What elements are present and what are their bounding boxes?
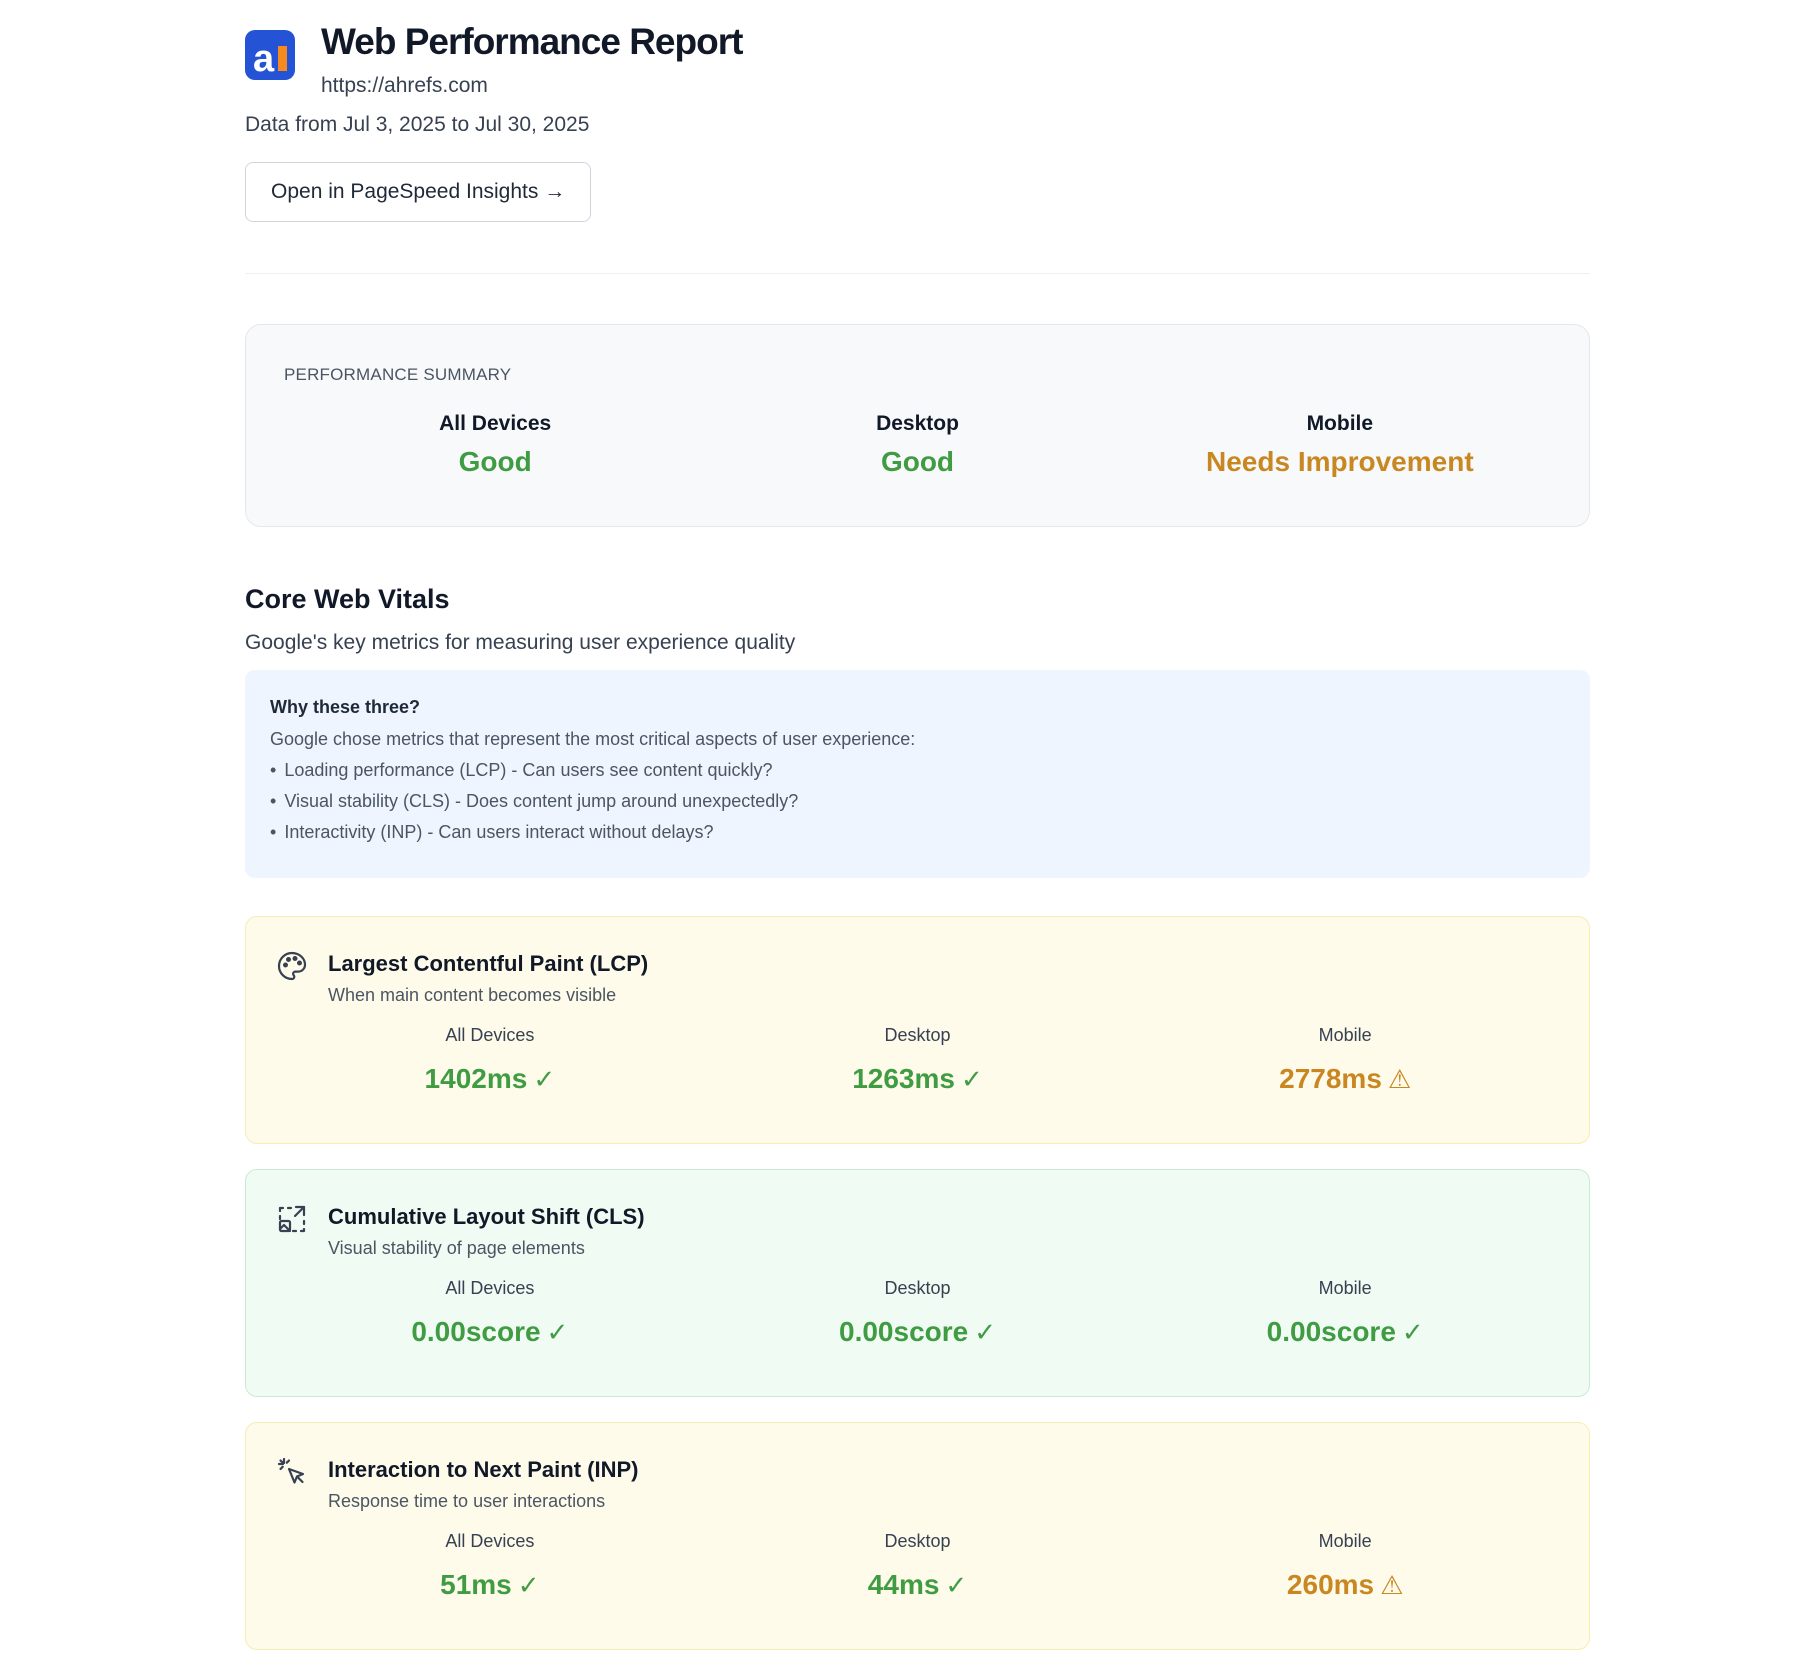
metric-label: All Devices — [445, 1025, 535, 1045]
metric-label: Mobile — [1318, 1278, 1372, 1298]
cwv-subtitle: Google's key metrics for measuring user … — [245, 631, 796, 654]
check-icon: ✓ — [974, 1317, 997, 1347]
ahrefs-logo: a — [245, 30, 295, 80]
list-item: • Visual stability (CLS) - Does content j… — [270, 791, 799, 811]
metric-all-devices: All Devices 51ms ✓ — [276, 1530, 704, 1602]
metric-value: 260ms — [1286, 1569, 1375, 1600]
metric-label: Desktop — [884, 1531, 951, 1551]
metric-value: 0.00score — [1266, 1316, 1396, 1347]
list-item: • Loading performance (LCP) - Can users s… — [270, 760, 773, 780]
metric-value: 2778ms — [1279, 1063, 1382, 1094]
metric-mobile: Mobile 2778ms ⚠ — [1131, 1024, 1559, 1096]
palette-icon — [277, 951, 307, 981]
metric-card-inp: Interaction to Next Paint (INP) Response… — [245, 1422, 1590, 1650]
summary-device-label: Desktop — [876, 412, 959, 435]
metric-label: Mobile — [1318, 1531, 1372, 1551]
metric-label: Desktop — [884, 1025, 951, 1045]
metric-value: 51ms — [440, 1569, 512, 1600]
metric-value: 1402ms — [424, 1063, 528, 1094]
metric-value: 0.00score — [411, 1316, 541, 1347]
metric-description: Response time to user interactions — [328, 1491, 606, 1511]
metric-label: All Devices — [445, 1531, 535, 1551]
metric-description: When main content becomes visible — [328, 985, 617, 1005]
date-range: Data from Jul 3, 2025 to Jul 30, 2025 — [245, 113, 590, 136]
svg-text:a: a — [253, 38, 275, 80]
metric-label: All Devices — [445, 1278, 535, 1298]
metric-desktop: Desktop 0.00score ✓ — [704, 1277, 1132, 1349]
metric-title: Interaction to Next Paint (INP) — [328, 1457, 639, 1482]
why-list: • Loading performance (LCP) - Can users s… — [270, 759, 1565, 843]
summary-mobile: Mobile Needs Improvement — [1129, 411, 1551, 479]
summary-status: Good — [880, 446, 955, 477]
metric-desktop: Desktop 1263ms ✓ — [704, 1024, 1132, 1096]
metric-mobile: Mobile 0.00score ✓ — [1131, 1277, 1559, 1349]
summary-device-label: All Devices — [439, 412, 552, 435]
metric-desktop: Desktop 44ms ✓ — [704, 1530, 1132, 1602]
metric-card-cls: Cumulative Layout Shift (CLS) Visual sta… — [245, 1169, 1590, 1397]
check-icon: ✓ — [517, 1570, 540, 1600]
open-pagespeed-button[interactable]: Open in PageSpeed Insights → — [245, 162, 592, 222]
metric-title: Largest Contentful Paint (LCP) — [328, 951, 649, 976]
warning-icon: ⚠ — [1380, 1570, 1404, 1600]
list-item: • Interactivity (INP) - Can users interac… — [270, 822, 714, 842]
metric-all-devices: All Devices 0.00score ✓ — [276, 1277, 704, 1349]
check-icon: ✓ — [546, 1317, 569, 1347]
performance-summary-card: PERFORMANCE SUMMARY All Devices Good Des… — [245, 324, 1590, 527]
check-icon: ✓ — [533, 1064, 556, 1094]
metric-title: Cumulative Layout Shift (CLS) — [328, 1204, 645, 1229]
metric-description: Visual stability of page elements — [328, 1238, 585, 1258]
check-icon: ✓ — [1401, 1317, 1424, 1347]
report-page: a Web Performance Report https://ahrefs.… — [245, 0, 1590, 1650]
why-title: Why these three? — [270, 697, 421, 717]
pointer-click-icon — [277, 1457, 305, 1484]
summary-all-devices: All Devices Good — [284, 411, 706, 479]
metric-label: Mobile — [1318, 1025, 1372, 1045]
site-url: https://ahrefs.com — [321, 74, 488, 97]
metric-label: Desktop — [884, 1278, 951, 1298]
metric-card-lcp: Largest Contentful Paint (LCP) When main… — [245, 916, 1590, 1144]
cwv-title: Core Web Vitals — [245, 584, 450, 614]
summary-device-label: Mobile — [1306, 412, 1374, 435]
metric-all-devices: All Devices 1402ms ✓ — [276, 1024, 704, 1096]
summary-desktop: Desktop Good — [706, 411, 1128, 479]
metric-value: 44ms — [867, 1569, 940, 1600]
metric-value: 0.00score — [839, 1316, 969, 1347]
check-icon: ✓ — [960, 1064, 983, 1094]
metric-mobile: Mobile 260ms ⚠ — [1131, 1530, 1559, 1602]
page-title: Web Performance Report — [321, 21, 743, 62]
warning-icon: ⚠ — [1387, 1064, 1412, 1094]
header-divider — [245, 273, 1590, 274]
why-description: Google chose metrics that represent the … — [270, 729, 916, 749]
report-header: a Web Performance Report https://ahrefs.… — [245, 20, 1590, 98]
why-these-three-box: Why these three? Google chose metrics th… — [245, 670, 1590, 878]
summary-label: PERFORMANCE SUMMARY — [284, 365, 512, 384]
check-icon: ✓ — [945, 1570, 968, 1600]
layout-shift-icon — [278, 1205, 306, 1233]
summary-status: Good — [458, 446, 532, 477]
summary-status: Needs Improvement — [1206, 446, 1474, 477]
metric-value: 1263ms — [852, 1063, 955, 1094]
